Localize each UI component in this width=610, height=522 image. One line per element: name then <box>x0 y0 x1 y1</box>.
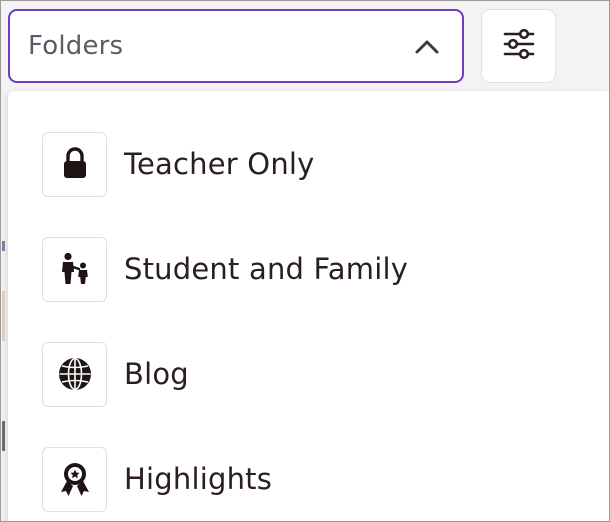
dropdown-label: Folders <box>28 31 124 61</box>
menu-item-highlights[interactable]: Highlights <box>42 446 582 512</box>
app-frame: Folders Teacher Only Student and Family … <box>0 0 610 522</box>
menu-item-label: Teacher Only <box>124 147 315 181</box>
menu-item-teacher-only[interactable]: Teacher Only <box>42 131 582 197</box>
filter-settings-button[interactable] <box>481 9 556 83</box>
award-ribbon-icon <box>42 446 107 512</box>
background-edge <box>2 91 6 521</box>
menu-item-label: Blog <box>124 357 189 391</box>
folders-menu: Teacher Only Student and Family Blog Hig… <box>8 91 609 521</box>
menu-item-label: Highlights <box>124 462 273 496</box>
sliders-icon <box>501 26 537 66</box>
menu-item-blog[interactable]: Blog <box>42 341 582 407</box>
globe-icon <box>42 341 107 407</box>
menu-item-label: Student and Family <box>124 252 409 286</box>
folders-dropdown[interactable]: Folders <box>8 9 464 83</box>
lock-icon <box>42 131 107 197</box>
menu-item-student-and-family[interactable]: Student and Family <box>42 236 582 302</box>
parent-child-icon <box>42 236 107 302</box>
chevron-up-icon[interactable] <box>414 37 440 55</box>
